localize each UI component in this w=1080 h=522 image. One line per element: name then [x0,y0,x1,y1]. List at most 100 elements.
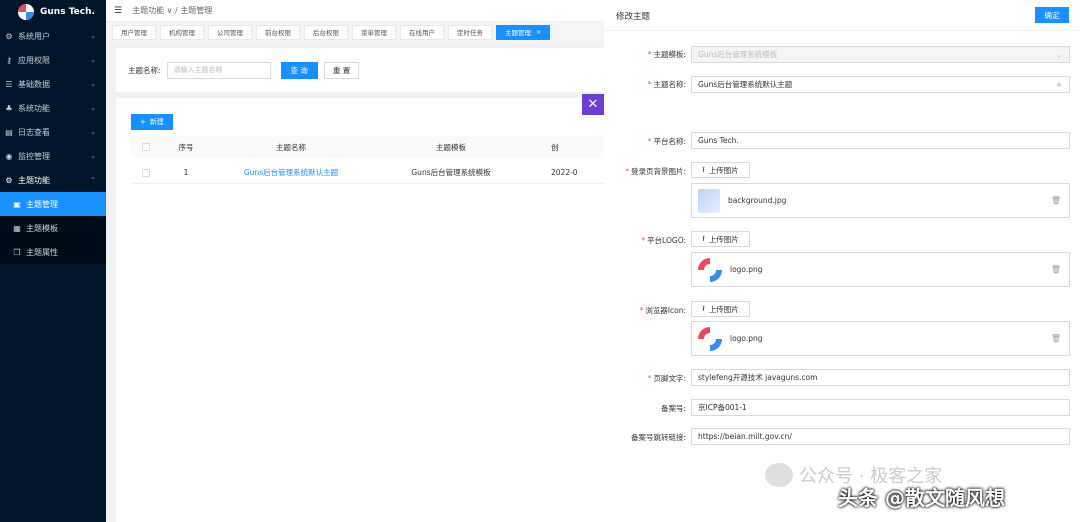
file-icon: ▤ [5,127,13,137]
file-name: logo.png [730,334,763,343]
chevron-down-icon: ⌄ [90,128,96,136]
close-icon: ✕ [587,97,599,112]
row-name-link[interactable]: Guns后台管理系统默认主题 [211,167,371,178]
chevron-down-icon: ⌄ [90,152,96,160]
upload-icon: ⭱ [702,164,705,174]
name-label: * 主题名称: [647,80,686,89]
row-checkbox[interactable] [131,168,161,177]
row-template: Guns后台管理系统模板 [411,168,491,177]
login-bg-file: background.jpg 🗑 [691,183,1070,218]
breadcrumb[interactable]: 主题功能 ∨ / 主题管理 [132,5,212,16]
close-icon[interactable]: × [536,28,541,36]
browser-icon-label: * 浏览器Icon: [639,306,686,315]
icp-link-input[interactable]: https://beian.miit.gov.cn/ [691,428,1070,445]
new-button[interactable]: + 新建 [131,114,173,130]
platform-logo-file: logo.png 🗑 [691,252,1070,287]
select-all-checkbox[interactable] [131,143,161,151]
drawer-title: 修改主题 [616,12,651,22]
platform-name-input[interactable]: Guns Tech. [691,132,1070,149]
tab-company-management[interactable]: 公司管理 [208,24,252,40]
cluster-icon: ♣ [5,103,13,113]
query-button[interactable]: 查 询 [280,61,318,79]
platform-name-label: * 平台名称: [647,137,686,146]
list-icon: ☰ [5,79,13,89]
browser-icon-file: logo.png 🗑 [691,321,1070,356]
sidebar-item-system-users[interactable]: ⚙ 系统用户 ⌄ [0,24,106,48]
delete-icon[interactable]: 🗑 [1051,334,1061,343]
gear-icon: ⚙ [5,31,13,41]
image-thumbnail [698,188,720,213]
tab-front-permissions[interactable]: 前台权限 [256,24,300,40]
tab-org-management[interactable]: 机构管理 [160,24,204,40]
login-bg-label: * 登录页背景图片: [625,167,686,176]
sidebar-item-logs[interactable]: ▤ 日志查看 ⌄ [0,120,106,144]
monitor-icon: ◉ [5,151,13,161]
sidebar-item-label: 日志查看 [18,127,50,137]
sidebar-item-label: 监控管理 [18,151,50,161]
search-input[interactable]: 请输入主题名称 [166,61,271,79]
image-icon: ▣ [13,199,21,209]
icp-input[interactable]: 京ICP备001-1 [691,399,1070,416]
chevron-down-icon: ⌄ [90,80,96,88]
divider [604,30,1080,31]
column-header-created: 创 [551,142,559,152]
sidebar-item-basic-data[interactable]: ☰ 基础数据 ⌄ [0,72,106,96]
sidebar-subitem-theme-attributes[interactable]: ❐ 主题属性 [0,240,106,264]
chevron-up-icon: ⌃ [90,176,96,184]
upload-browser-icon-button[interactable]: ⭱ 上传图片 [691,301,750,317]
new-button-label: 新建 [149,118,164,126]
reset-button[interactable]: 重 置 [323,61,360,79]
tab-back-permissions[interactable]: 后台权限 [304,24,348,40]
delete-icon[interactable]: 🗑 [1051,196,1061,205]
search-label: 主题名称: [128,65,161,75]
watermark-toutiao: 头条 @散文随风想 [838,486,1005,510]
logo-thumbnail [698,257,722,282]
plus-icon: + [140,118,146,126]
name-input[interactable]: Guns后台管理系统默认主题 ⊗ [691,76,1070,93]
tab-theme-management[interactable]: 主题管理 × [496,24,551,40]
tab-online-users[interactable]: 在线用户 [400,24,444,40]
sidebar-item-app-permissions[interactable]: ⚷ 应用权限 ⌄ [0,48,106,72]
upload-icon: ⭱ [702,233,705,243]
clear-icon[interactable]: ⊗ [1056,81,1062,89]
column-header-index: 序号 [178,142,194,152]
sidebar-item-label: 应用权限 [18,55,50,65]
sidebar-item-monitoring[interactable]: ◉ 监控管理 ⌄ [0,144,106,168]
sidebar-subitem-theme-template[interactable]: ▦ 主题模板 [0,216,106,240]
tab-scheduled-tasks[interactable]: 定时任务 [448,24,492,40]
template-label: * 主题模板: [647,50,686,59]
sidebar-item-label: 主题功能 [18,175,50,185]
tab-menu-management[interactable]: 菜单管理 [352,24,396,40]
drawer-close-button[interactable]: ✕ [582,94,604,115]
row-index: 1 [183,168,189,177]
upload-logo-button[interactable]: ⭱ 上传图片 [691,231,750,247]
brand-name: Guns Tech. [40,7,95,17]
brand-logo[interactable]: Guns Tech. [0,0,106,24]
sidebar-item-theme-functions[interactable]: ⚙ 主题功能 ⌃ [0,168,106,192]
sidebar-item-label: 主题属性 [26,247,58,257]
theme-submenu: ▣ 主题管理 ▦ 主题模板 ❐ 主题属性 [0,192,106,264]
sidebar-item-system-functions[interactable]: ♣ 系统功能 ⌄ [0,96,106,120]
column-header-template: 主题模板 [436,142,466,152]
upload-login-bg-button[interactable]: ⭱ 上传图片 [691,162,750,178]
chevron-down-icon: ⌄ [90,104,96,112]
chevron-down-icon: ⌄ [90,56,96,64]
delete-icon[interactable]: 🗑 [1051,265,1061,274]
tab-user-management[interactable]: 用户管理 [112,24,156,40]
sidebar-item-label: 基础数据 [18,79,50,89]
footer-text-input[interactable]: stylefeng开源技术 javaguns.com [691,369,1070,386]
copy-icon: ❐ [13,247,21,257]
chevron-down-icon: ⌄ [90,32,96,40]
footer-text-label: * 页脚文字: [647,374,686,383]
menu-fold-icon[interactable]: ☰ [114,6,122,16]
table-icon: ▦ [13,223,21,233]
logo-icon [18,4,34,20]
sidebar-item-label: 系统功能 [18,103,50,113]
sidebar-subitem-theme-management[interactable]: ▣ 主题管理 [0,192,106,216]
key-icon: ⚷ [6,55,12,65]
template-select: Guns后台管理系统模板 ⌄ [691,46,1070,63]
file-name: logo.png [730,265,763,274]
sidebar-item-label: 系统用户 [18,31,50,41]
tab-label: 主题管理 [505,29,531,37]
confirm-button[interactable]: 确定 [1035,7,1069,23]
